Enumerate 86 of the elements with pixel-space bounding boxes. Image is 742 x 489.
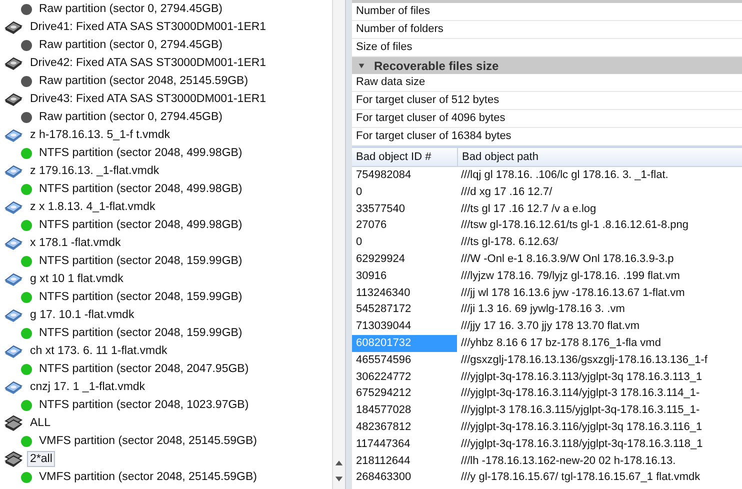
section-header[interactable]: Recoverable files size	[352, 57, 742, 74]
disk-image-icon	[4, 163, 23, 179]
property-label: For target cluser of 512 bytes	[352, 92, 742, 110]
tree-item[interactable]: ALL	[27, 415, 54, 431]
table-cell-text: ///ji 1.3 16. 69 jywlg-178.16 3. .vm	[460, 302, 626, 318]
disk-stack-icon	[4, 451, 23, 467]
tree-item[interactable]: g xt 10 1 flat.vmdk	[27, 271, 126, 287]
column-header[interactable]: Bad object ID #	[352, 148, 458, 166]
table-cell-text: ///W -Onl e-1 8.16.3.9/W Onl 178.16.3.9-3.p	[460, 252, 675, 267]
tree-item[interactable]: NTFS partition (sector 2048, 1023.97GB)	[36, 397, 252, 413]
tree-item[interactable]: ch xt 173. 6. 11 1-flat.vmdk	[27, 343, 170, 359]
tree-item[interactable]: NTFS partition (sector 2048, 159.99GB)	[36, 325, 246, 341]
tree-item[interactable]: NTFS partition (sector 2048, 159.99GB)	[36, 253, 246, 269]
tree-item[interactable]: Raw partition (sector 0, 2794.45GB)	[36, 37, 226, 53]
disk-image-icon	[4, 127, 23, 143]
tree-item[interactable]: g 17. 10.1 -flat.vmdk	[27, 307, 138, 323]
table-cell-text: ///yjglpt-3 178.16.3.115/yjglpt-3q-178.16.3.115_1-	[460, 403, 701, 418]
table-cell[interactable]: 27076	[352, 217, 457, 234]
table-cell[interactable]: 0	[352, 184, 457, 201]
disk-image-icon	[4, 307, 23, 323]
table-cell-text: ///lqj gl 178.16. .106/lc gl 178.16. 3. _1-flat.	[460, 168, 670, 183]
table-cell[interactable]: 218112644	[352, 452, 457, 470]
tree-item[interactable]: Raw partition (sector 2048, 25145.59GB)	[36, 73, 252, 89]
table-cell-text: ///jjy 17 16. 3.70 jjy 178 13.70 flat.vm	[460, 319, 641, 334]
tree-item[interactable]: z x 1.8.13. 4_1-flat.vmdk	[27, 199, 158, 215]
tree-item[interactable]: NTFS partition (sector 2048, 499.98GB)	[36, 181, 246, 197]
disk-image-icon	[4, 343, 23, 359]
table-cell[interactable]: 306224772	[352, 368, 457, 386]
table-cell-text: ///jj wl 178 16.13.6 jyw -178.16.13.67 1-flat.vm	[460, 286, 686, 301]
property-label: Raw data size	[352, 74, 742, 92]
tree-item[interactable]: z h-178.16.13. 5_1-f t.vmdk	[27, 127, 173, 143]
tree-item[interactable]: cnzj 17. 1 _1-flat.vmdk	[27, 379, 148, 395]
table-cell[interactable]: 675294212	[352, 385, 457, 402]
property-label: For target cluser of 4096 bytes	[352, 110, 742, 128]
property-label: Number of files	[352, 3, 742, 21]
table-cell[interactable]: 754982084	[352, 167, 457, 184]
table-cell-text: ///tsw gl-178.16.12.61/ts gl-1 .8.16.12.61-8.png	[460, 218, 690, 234]
disk-image-icon	[4, 379, 23, 395]
tree-item[interactable]: NTFS partition (sector 2048, 499.98GB)	[36, 145, 246, 161]
table-cell[interactable]: 113246340	[352, 284, 457, 302]
table-cell-text: ///yjglpt-3q-178.16.3.113/yjglpt-3q 178.16.3.113_1	[460, 370, 704, 385]
table-cell-text: ///lyjzw 178.16. 79/lyjz gl-178.16. .199 flat.vm	[460, 268, 681, 284]
table-cell[interactable]: 268463300	[352, 469, 457, 486]
tree-item[interactable]: Drive41: Fixed ATA SAS ST3000DM001-1ER1	[27, 19, 270, 35]
table-cell[interactable]: 62929924	[352, 250, 457, 268]
table-cell[interactable]: 117447364	[352, 436, 457, 453]
table-cell-text: ///ts gl-178. 6.12.63/	[460, 235, 560, 250]
table-cell-text: ///y gl-178.16.15.67/ tgl-178.16.15.67_1 flat.vmdk	[460, 470, 702, 486]
disk-image-icon	[4, 235, 23, 251]
tree-item[interactable]: Drive42: Fixed ATA SAS ST3000DM001-1ER1	[27, 55, 270, 71]
tree-item[interactable]: Raw partition (sector 0, 2794.45GB)	[36, 109, 226, 125]
table-cell[interactable]: 713039044	[352, 318, 457, 335]
table-cell-text: ///yhbz 8.16 6 17 bz-178 8.176_1-fla vmd	[460, 336, 662, 351]
tree-item[interactable]: x 178.1 -flat.vmdk	[27, 235, 124, 251]
table-cell[interactable]: 30916	[352, 268, 457, 285]
disk-stack-icon	[4, 415, 23, 431]
table-cell-text: ///yjglpt-3q-178.16.3.118/yjglpt-3q-178.16.3.118_1	[460, 436, 704, 452]
table-cell-text: ///ts gl 17 .16 12.7 /v a e.log	[460, 202, 598, 217]
tree-item[interactable]: 2*all	[27, 451, 56, 467]
column-header[interactable]: Bad object path	[458, 148, 742, 166]
table-cell[interactable]: 482367812	[352, 418, 457, 436]
tree-item[interactable]: NTFS partition (sector 2048, 499.98GB)	[36, 217, 246, 233]
table-cell[interactable]: 184577028	[352, 402, 457, 419]
table-cell-text: ///gsxzglj-178.16.13.136/gsxzglj-178.16.13.136_1-f	[460, 352, 708, 368]
table-cell[interactable]: 0	[352, 234, 457, 251]
tree-item[interactable]: Drive43: Fixed ATA SAS ST3000DM001-1ER1	[27, 91, 270, 107]
table-cell-text: ///lh -178.16.13.162-new-20 02 h-178.16.13.	[460, 454, 677, 469]
disk-image-icon	[4, 199, 23, 215]
table-cell[interactable]: 465574596	[352, 352, 457, 369]
table-cell[interactable]: 33577540	[352, 200, 457, 218]
collapse-arrow-icon[interactable]	[357, 61, 366, 70]
tree-item[interactable]: Raw partition (sector 0, 2794.45GB)	[36, 1, 226, 17]
property-label: Number of folders	[352, 21, 742, 39]
property-label: For target cluser of 16384 bytes	[352, 128, 742, 146]
disk-image-icon	[4, 271, 23, 287]
section-title: Recoverable files size	[374, 58, 499, 72]
table-cell-text: ///yjglpt-3q-178.16.3.114/yjglpt-3 178.16.3.114_1-	[460, 386, 701, 402]
table-cell-text: ///d xg 17 .16 12.7/	[460, 184, 554, 200]
table-cell[interactable]: 545287172	[352, 301, 457, 318]
tree-item[interactable]: NTFS partition (sector 2048, 2047.95GB)	[36, 361, 252, 377]
tree-item[interactable]: VMFS partition (sector 2048, 25145.59GB)	[36, 433, 260, 449]
table-cell-text: ///yjglpt-3q-178.16.3.116/yjglpt-3q 178.16.3.116_1	[460, 420, 704, 435]
scrollbar[interactable]	[332, 0, 345, 489]
tree-item[interactable]: NTFS partition (sector 2048, 159.99GB)	[36, 289, 246, 305]
tree-item[interactable]: VMFS partition (sector 2048, 25145.59GB)	[36, 469, 260, 485]
tree-item[interactable]: z 179.16.13. _1-flat.vmdk	[27, 163, 162, 179]
